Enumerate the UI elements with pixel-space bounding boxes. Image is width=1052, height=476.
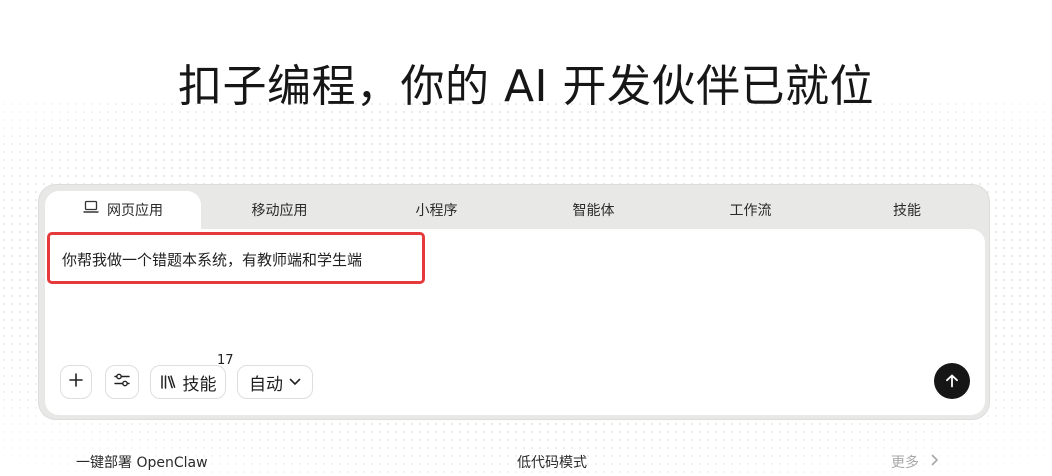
- skills-count-badge: 17: [217, 353, 234, 368]
- tab-label: 网页应用: [107, 203, 163, 219]
- more-label: 更多: [891, 455, 919, 471]
- more-link[interactable]: 更多: [891, 452, 939, 472]
- tab-mobile-app[interactable]: 移动应用: [201, 191, 358, 231]
- mode-select[interactable]: 自动: [237, 365, 313, 399]
- tab-skills[interactable]: 技能: [829, 191, 985, 231]
- arrow-up-icon: [944, 373, 960, 389]
- plus-icon: [68, 372, 84, 393]
- tab-label: 移动应用: [251, 203, 308, 219]
- prompt-input[interactable]: 你帮我做一个错题本系统，有教师端和学生端: [62, 249, 362, 270]
- skills-button[interactable]: 技能: [150, 365, 226, 399]
- prompt-panel: 你帮我做一个错题本系统，有教师端和学生端 技能 17 自动: [45, 229, 985, 415]
- tab-label: 小程序: [415, 203, 458, 219]
- deploy-openclaw-link[interactable]: 一键部署 OpenClaw: [76, 452, 208, 472]
- tab-workflow[interactable]: 工作流: [672, 191, 829, 231]
- sliders-icon: [113, 372, 131, 393]
- tab-label: 智能体: [572, 203, 615, 219]
- prompt-highlight-box: 你帮我做一个错题本系统，有教师端和学生端: [47, 232, 425, 284]
- low-code-mode-link[interactable]: 低代码模式: [517, 452, 587, 472]
- add-button[interactable]: [60, 365, 92, 399]
- chevron-right-icon: [931, 454, 939, 470]
- mode-label: 自动: [249, 374, 283, 395]
- tab-web-app[interactable]: 网页应用: [45, 191, 201, 231]
- laptop-icon: [83, 190, 99, 230]
- chevron-down-icon: [289, 378, 301, 386]
- books-icon: [160, 374, 177, 390]
- page-headline: 扣子编程，你的 AI 开发伙伴已就位: [177, 61, 875, 112]
- tab-mini-program[interactable]: 小程序: [358, 191, 515, 231]
- send-button[interactable]: [934, 363, 970, 399]
- tab-label: 技能: [893, 203, 921, 219]
- tab-agent[interactable]: 智能体: [515, 191, 672, 231]
- tab-label: 工作流: [729, 203, 772, 219]
- composer-card: 网页应用 移动应用 小程序 智能体 工作流 技能 你帮我做一个错题本系统，有教师…: [38, 184, 990, 420]
- settings-button[interactable]: [105, 365, 139, 399]
- app-type-tabs: 网页应用 移动应用 小程序 智能体 工作流 技能: [45, 191, 985, 231]
- skills-label: 技能: [182, 374, 217, 395]
